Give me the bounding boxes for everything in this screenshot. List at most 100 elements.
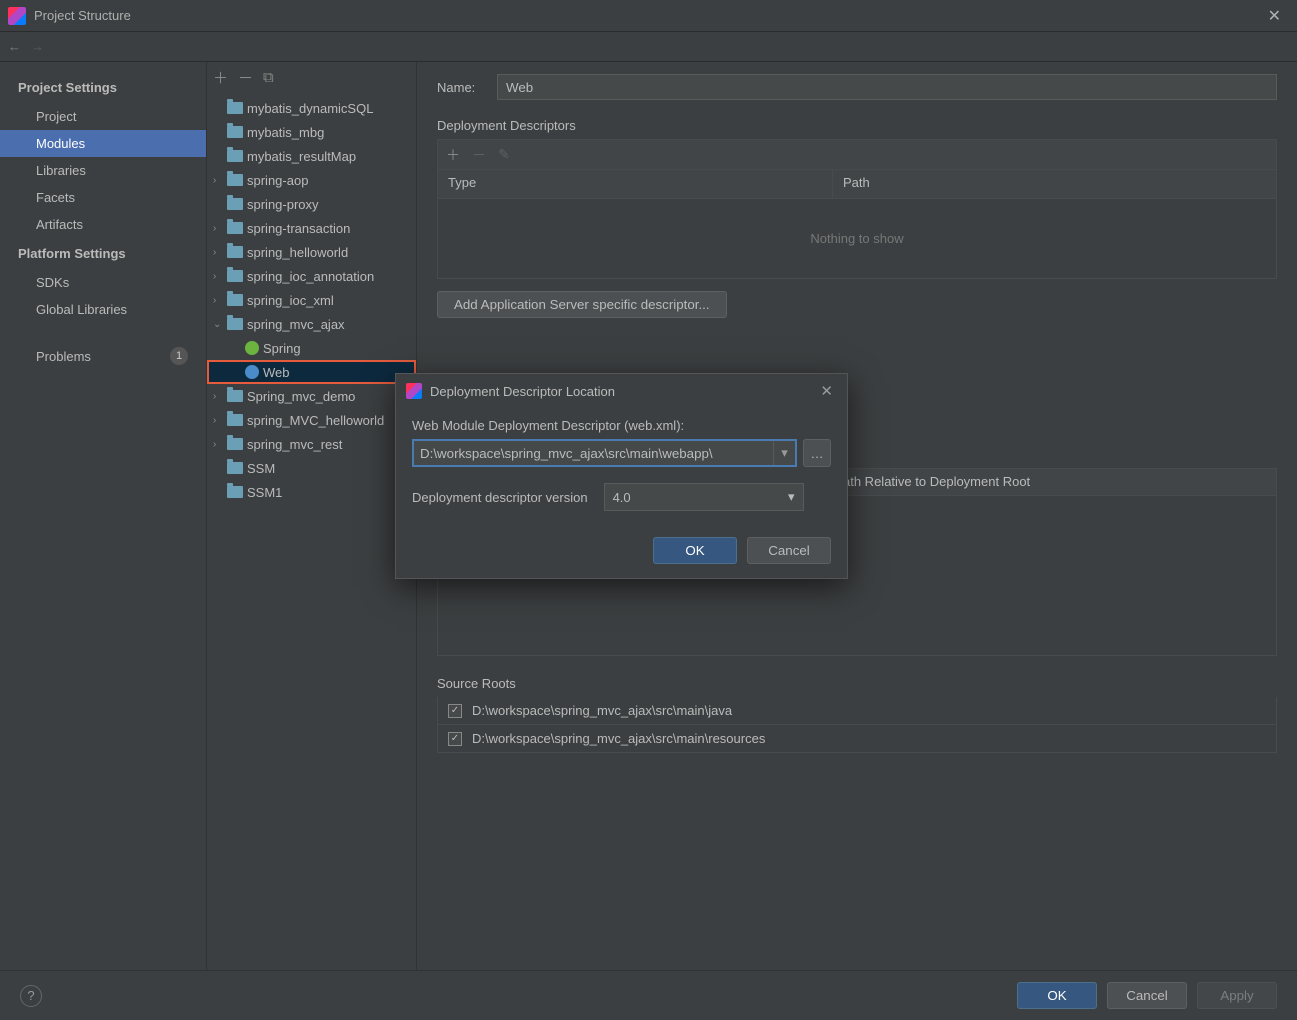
- modal-cancel-button[interactable]: Cancel: [747, 537, 831, 564]
- tree-item-web[interactable]: Web: [207, 360, 416, 384]
- tree-item-spring-ioc-annotation[interactable]: › spring_ioc_annotation: [207, 264, 416, 288]
- modal-close-icon[interactable]: ✕: [816, 382, 837, 400]
- version-label: Deployment descriptor version: [412, 490, 588, 505]
- folder-icon: [227, 438, 243, 450]
- folder-icon: [227, 102, 243, 114]
- name-label: Name:: [437, 80, 497, 95]
- checkbox-icon[interactable]: ✓: [448, 732, 462, 746]
- tree-item-spring-transaction[interactable]: › spring-transaction: [207, 216, 416, 240]
- folder-icon: [227, 486, 243, 498]
- folder-icon: [227, 222, 243, 234]
- source-roots-title: Source Roots: [437, 676, 1277, 691]
- chevron-right-icon[interactable]: ›: [213, 223, 227, 234]
- app-icon: [8, 7, 26, 25]
- settings-sidebar: Project Settings Project Modules Librari…: [0, 62, 207, 970]
- tree-item-spring[interactable]: Spring: [207, 336, 416, 360]
- tree-item-mybatis-resultmap[interactable]: mybatis_resultMap: [207, 144, 416, 168]
- folder-icon: [227, 198, 243, 210]
- add-icon[interactable]: ＋: [213, 67, 228, 88]
- descriptor-path-row: ▾ …: [412, 439, 831, 467]
- back-arrow-icon[interactable]: ←: [8, 39, 21, 54]
- dialog-footer: ? OK Cancel Apply: [0, 970, 1297, 1020]
- tree-item-label: spring_ioc_annotation: [247, 269, 374, 284]
- browse-button[interactable]: …: [803, 439, 831, 467]
- name-field-row: Name:: [437, 74, 1277, 100]
- folder-icon: [227, 462, 243, 474]
- folder-icon: [227, 294, 243, 306]
- add-descriptor-icon[interactable]: ＋: [446, 145, 460, 165]
- source-root-path: D:\workspace\spring_mvc_ajax\src\main\ja…: [472, 703, 732, 718]
- tree-item-label: spring_MVC_helloworld: [247, 413, 384, 428]
- edit-descriptor-icon[interactable]: ✎: [498, 146, 510, 163]
- chevron-right-icon[interactable]: ›: [213, 271, 227, 282]
- tree-item-label: spring-transaction: [247, 221, 350, 236]
- version-select[interactable]: 4.0 ▾: [604, 483, 804, 511]
- remove-icon[interactable]: －: [238, 67, 253, 88]
- modal-ok-button[interactable]: OK: [653, 537, 737, 564]
- descriptor-path-combo[interactable]: ▾: [412, 439, 797, 467]
- tree-item-label: SSM: [247, 461, 275, 476]
- titlebar: Project Structure ✕: [0, 0, 1297, 32]
- module-tree-panel: ＋ － ⧉ mybatis_dynamicSQLmybatis_mbgmybat…: [207, 62, 417, 970]
- tree-item-ssm1[interactable]: SSM1: [207, 480, 416, 504]
- tree-item-spring-ioc-xml[interactable]: › spring_ioc_xml: [207, 288, 416, 312]
- chevron-right-icon[interactable]: ›: [213, 295, 227, 306]
- source-root-row[interactable]: ✓ D:\workspace\spring_mvc_ajax\src\main\…: [437, 725, 1277, 753]
- remove-descriptor-icon[interactable]: －: [472, 145, 486, 165]
- cancel-button[interactable]: Cancel: [1107, 982, 1187, 1009]
- descriptor-path-input[interactable]: [414, 441, 773, 465]
- tree-item-ssm[interactable]: SSM: [207, 456, 416, 480]
- copy-icon[interactable]: ⧉: [263, 69, 274, 86]
- sidebar-item-project[interactable]: Project: [0, 103, 206, 130]
- help-icon[interactable]: ?: [20, 985, 42, 1007]
- tree-item-spring-mvc-rest[interactable]: ›spring_mvc_rest: [207, 432, 416, 456]
- tree-item-spring-helloworld[interactable]: ›spring_helloworld: [207, 240, 416, 264]
- ok-button[interactable]: OK: [1017, 982, 1097, 1009]
- sidebar-item-artifacts[interactable]: Artifacts: [0, 211, 206, 238]
- add-server-descriptor-button[interactable]: Add Application Server specific descript…: [437, 291, 727, 318]
- apply-button[interactable]: Apply: [1197, 982, 1277, 1009]
- chevron-down-icon[interactable]: ⌄: [213, 319, 227, 330]
- app-icon: [406, 383, 422, 399]
- tree-item-spring-mvc-demo[interactable]: ›Spring_mvc_demo: [207, 384, 416, 408]
- sidebar-item-libraries[interactable]: Libraries: [0, 157, 206, 184]
- sidebar-item-global-libraries[interactable]: Global Libraries: [0, 296, 206, 323]
- col-path-relative: ath Relative to Deployment Root: [833, 469, 1040, 495]
- sidebar-item-facets[interactable]: Facets: [0, 184, 206, 211]
- version-value: 4.0: [613, 490, 631, 505]
- section-title-platform-settings: Platform Settings: [0, 238, 206, 269]
- sidebar-item-problems[interactable]: Problems 1: [0, 341, 206, 371]
- chevron-right-icon[interactable]: ›: [213, 391, 227, 402]
- tree-item-label: spring_ioc_xml: [247, 293, 334, 308]
- tree-item-spring-proxy[interactable]: spring-proxy: [207, 192, 416, 216]
- descriptor-path-label: Web Module Deployment Descriptor (web.xm…: [412, 418, 831, 433]
- chevron-right-icon[interactable]: ›: [213, 415, 227, 426]
- chevron-right-icon[interactable]: ›: [213, 175, 227, 186]
- sidebar-item-sdks[interactable]: SDKs: [0, 269, 206, 296]
- modal-body: Web Module Deployment Descriptor (web.xm…: [396, 408, 847, 523]
- tree-item-label: spring_mvc_ajax: [247, 317, 345, 332]
- tree-item-label: mybatis_dynamicSQL: [247, 101, 373, 116]
- source-root-row[interactable]: ✓ D:\workspace\spring_mvc_ajax\src\main\…: [437, 697, 1277, 725]
- chevron-right-icon[interactable]: ›: [213, 439, 227, 450]
- descriptors-table: ＋ － ✎ Type Path Nothing to show: [437, 139, 1277, 279]
- dropdown-icon[interactable]: ▾: [773, 441, 795, 465]
- name-input[interactable]: [497, 74, 1277, 100]
- col-type: Type: [438, 170, 833, 198]
- tree-item-mybatis-mbg[interactable]: mybatis_mbg: [207, 120, 416, 144]
- navbar: ← →: [0, 32, 1297, 62]
- folder-icon: [227, 270, 243, 282]
- tree-item-spring-aop[interactable]: ›spring-aop: [207, 168, 416, 192]
- sidebar-item-modules[interactable]: Modules: [0, 130, 206, 157]
- col-path: Path: [833, 170, 1276, 198]
- close-icon[interactable]: ✕: [1260, 6, 1289, 26]
- tree-item-mybatis-dynamicsql[interactable]: mybatis_dynamicSQL: [207, 96, 416, 120]
- tree-item-label: mybatis_mbg: [247, 125, 324, 140]
- tree-item-spring-mvc-helloworld[interactable]: › spring_MVC_helloworld: [207, 408, 416, 432]
- tree-item-spring-mvc-ajax[interactable]: ⌄ spring_mvc_ajax: [207, 312, 416, 336]
- module-tree[interactable]: mybatis_dynamicSQL mybatis_mbg mybatis_res…: [207, 92, 416, 970]
- checkbox-icon[interactable]: ✓: [448, 704, 462, 718]
- folder-icon: [227, 414, 243, 426]
- forward-arrow-icon[interactable]: →: [31, 39, 44, 54]
- chevron-right-icon[interactable]: ›: [213, 247, 227, 258]
